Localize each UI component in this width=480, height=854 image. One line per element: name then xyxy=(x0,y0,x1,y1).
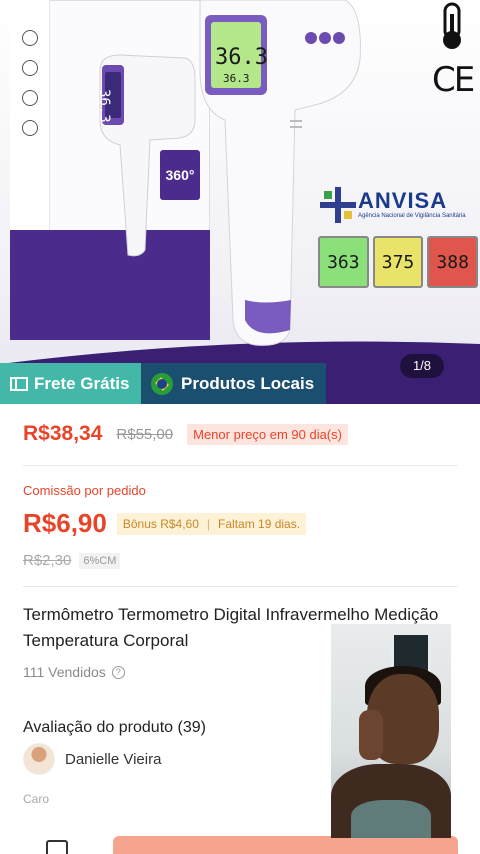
commission-value: R$6,90 xyxy=(23,508,107,538)
divider xyxy=(23,586,458,587)
reviewer-name: Danielle Vieira xyxy=(65,750,162,768)
bonus-remaining: Faltam 19 dias. xyxy=(218,516,301,531)
small-thermometer-image: 36.3 xyxy=(96,54,196,257)
ce-mark-icon: CE xyxy=(432,60,475,100)
price-row: R$38,34 R$55,00 Menor preço em 90 dia(s) xyxy=(23,422,348,446)
hand xyxy=(359,710,383,760)
locais-label: Produtos Locais xyxy=(181,373,315,393)
truck-icon xyxy=(10,376,28,391)
commission-label: Comissão por pedido xyxy=(23,483,146,498)
svg-text:36.3: 36.3 xyxy=(215,45,268,70)
original-price: R$55,00 xyxy=(116,425,174,443)
sold-label: 111 Vendidos xyxy=(23,664,106,680)
buy-button[interactable] xyxy=(113,836,458,854)
svg-text:36.3: 36.3 xyxy=(96,89,112,123)
reviewer: Danielle Vieira xyxy=(23,743,161,775)
avatar xyxy=(23,743,55,775)
commission-rate-badge: 6%CM xyxy=(79,552,121,569)
divider xyxy=(23,465,458,466)
bonus-badge: Bônus R$4,60 | Faltam 19 dias. xyxy=(116,512,307,535)
frete-label: Frete Grátis xyxy=(34,373,130,393)
anvisa-title: ANVISA xyxy=(358,188,448,213)
anvisa-subtitle: Agência Nacional de Vigilância Sanitária xyxy=(358,213,466,219)
screen-fever: 388 xyxy=(427,236,479,288)
product-image-carousel[interactable]: 360° 36.3 36.3 36.3 CE ANVISA Agência Na… xyxy=(0,0,480,404)
lowest-price-badge: Menor preço em 90 dia(s) xyxy=(187,423,348,445)
svg-text:36.3: 36.3 xyxy=(223,72,250,85)
big-thermometer-image: 36.3 36.3 xyxy=(199,0,361,346)
sold-count: 111 Vendidos ? xyxy=(23,664,125,680)
screen-warning: 375 xyxy=(372,236,424,288)
current-price: R$38,34 xyxy=(23,422,103,445)
brazil-flag-icon xyxy=(151,372,173,395)
info-icon[interactable]: ? xyxy=(111,665,125,679)
commission-row: R$6,90 Bônus R$4,60 | Faltam 19 dias. xyxy=(23,508,307,539)
temperature-screens: 363 375 388 xyxy=(318,236,479,288)
image-pager: 1/8 xyxy=(400,354,444,378)
commission-old-row: R$2,30 6%CM xyxy=(23,552,121,569)
review-note: Caro xyxy=(23,792,50,806)
screen-normal: 363 xyxy=(318,236,369,288)
anvisa-logo-icon xyxy=(320,187,356,223)
store-icon[interactable] xyxy=(46,840,68,854)
thermometer-icon xyxy=(443,2,461,49)
frete-gratis-tag: Frete Grátis xyxy=(0,363,141,404)
produtos-locais-tag: Produtos Locais xyxy=(141,363,326,404)
rating-title[interactable]: Avaliação do produto (39) xyxy=(23,719,206,737)
video-overlay[interactable] xyxy=(331,624,451,838)
bonus-amount: Bônus R$4,60 xyxy=(122,516,199,531)
commission-old-value: R$2,30 xyxy=(23,552,72,569)
